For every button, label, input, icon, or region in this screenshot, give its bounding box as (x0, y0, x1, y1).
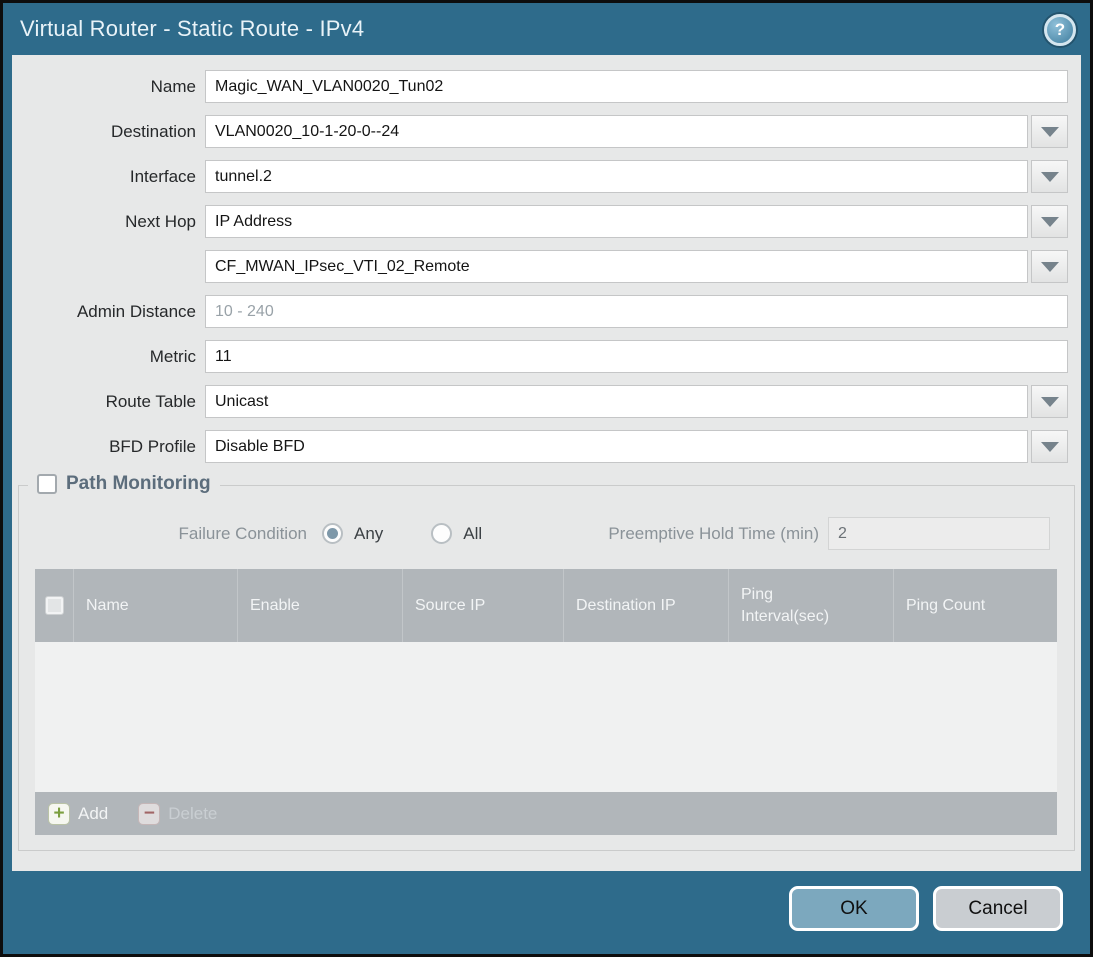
path-monitoring-table: Name Enable Source IP Destination IP Pin… (35, 569, 1057, 835)
name-input[interactable] (205, 70, 1068, 103)
bfd-profile-row: BFD Profile (12, 430, 1068, 463)
chevron-down-icon (1041, 262, 1059, 272)
next-hop-dropdown-button[interactable] (1031, 205, 1068, 238)
delete-minus-icon: − (138, 803, 160, 825)
add-button[interactable]: + Add (48, 803, 108, 825)
admin-distance-row: Admin Distance (12, 295, 1068, 328)
failure-condition-any-label: Any (354, 524, 383, 544)
interface-dropdown-button[interactable] (1031, 160, 1068, 193)
failure-condition-any-radio[interactable] (322, 523, 343, 544)
delete-button-label: Delete (168, 804, 217, 824)
preemptive-hold-time-label: Preemptive Hold Time (min) (608, 524, 819, 544)
preemptive-hold-time-input[interactable] (828, 517, 1050, 550)
metric-input[interactable] (205, 340, 1068, 373)
static-route-dialog: Virtual Router - Static Route - IPv4 ? N… (0, 0, 1093, 957)
column-header-source-ip[interactable]: Source IP (402, 569, 563, 642)
path-monitoring-title: Path Monitoring (66, 473, 211, 495)
destination-input[interactable] (205, 115, 1028, 148)
failure-condition-row: Failure Condition Any All Preemptive Hol… (19, 517, 1074, 550)
ok-button[interactable]: OK (789, 886, 919, 931)
next-hop-address-row (12, 250, 1068, 283)
next-hop-address-input[interactable] (205, 250, 1028, 283)
chevron-down-icon (1041, 442, 1059, 452)
interface-input[interactable] (205, 160, 1028, 193)
preemptive-hold-time-group: Preemptive Hold Time (min) (608, 517, 1074, 550)
failure-condition-all-radio[interactable] (431, 523, 452, 544)
path-monitoring-legend: Path Monitoring (28, 473, 220, 495)
radio-dot (327, 528, 338, 539)
table-header-checkbox-cell (35, 569, 73, 642)
radio-dot (436, 528, 447, 539)
dialog-body: Name Destination Interface (12, 55, 1081, 871)
failure-condition-all-label: All (463, 524, 482, 544)
path-monitoring-checkbox[interactable] (37, 474, 57, 494)
metric-row: Metric (12, 340, 1068, 373)
bfd-profile-dropdown-button[interactable] (1031, 430, 1068, 463)
select-all-checkbox[interactable] (45, 596, 64, 615)
dialog-title: Virtual Router - Static Route - IPv4 (20, 16, 364, 42)
dialog-footer: OK Cancel (789, 886, 1063, 931)
add-plus-icon: + (48, 803, 70, 825)
metric-label: Metric (12, 347, 205, 367)
next-hop-label: Next Hop (12, 212, 205, 232)
interface-label: Interface (12, 167, 205, 187)
table-header-row: Name Enable Source IP Destination IP Pin… (35, 569, 1057, 642)
table-body-empty (35, 642, 1057, 792)
column-header-ping-count[interactable]: Ping Count (893, 569, 1057, 642)
route-table-dropdown-button[interactable] (1031, 385, 1068, 418)
destination-dropdown-button[interactable] (1031, 115, 1068, 148)
column-header-destination-ip[interactable]: Destination IP (563, 569, 728, 642)
failure-condition-label: Failure Condition (19, 524, 307, 544)
chevron-down-icon (1041, 217, 1059, 227)
admin-distance-label: Admin Distance (12, 302, 205, 322)
admin-distance-input[interactable] (205, 295, 1068, 328)
column-header-enable[interactable]: Enable (237, 569, 402, 642)
destination-label: Destination (12, 122, 205, 142)
help-icon[interactable]: ? (1044, 14, 1076, 46)
next-hop-type-input[interactable] (205, 205, 1028, 238)
name-row: Name (12, 70, 1068, 103)
bfd-profile-label: BFD Profile (12, 437, 205, 457)
route-table-label: Route Table (12, 392, 205, 412)
column-header-name[interactable]: Name (73, 569, 237, 642)
cancel-button[interactable]: Cancel (933, 886, 1063, 931)
column-header-ping-interval[interactable]: Ping Interval(sec) (728, 569, 893, 642)
bfd-profile-input[interactable] (205, 430, 1028, 463)
delete-button[interactable]: − Delete (138, 803, 217, 825)
path-monitoring-section: Path Monitoring Failure Condition Any Al… (18, 485, 1075, 851)
table-toolbar: + Add − Delete (35, 792, 1057, 835)
add-button-label: Add (78, 804, 108, 824)
route-form: Name Destination Interface (12, 55, 1081, 463)
interface-row: Interface (12, 160, 1068, 193)
route-table-input[interactable] (205, 385, 1028, 418)
chevron-down-icon (1041, 397, 1059, 407)
route-table-row: Route Table (12, 385, 1068, 418)
name-label: Name (12, 77, 205, 97)
chevron-down-icon (1041, 172, 1059, 182)
next-hop-row: Next Hop (12, 205, 1068, 238)
destination-row: Destination (12, 115, 1068, 148)
next-hop-address-dropdown-button[interactable] (1031, 250, 1068, 283)
chevron-down-icon (1041, 127, 1059, 137)
